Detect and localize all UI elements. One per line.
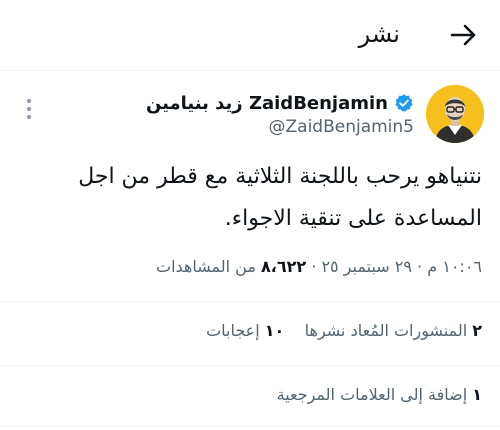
likes-count: ١٠: [264, 321, 285, 340]
bookmarks-divider: [0, 426, 500, 427]
likes-label: إعجابات: [206, 321, 260, 340]
author-handle[interactable]: @ZaidBenjamin5: [269, 117, 415, 137]
tweet-metadata: ١٠:٠٦ م · ٢٩ سبتمبر ٢٥ · ٨،٦٢٢ من المشاه…: [156, 257, 482, 276]
header-divider: [0, 70, 500, 71]
reposts-stat[interactable]: ٢ المنشورات المُعاد نشرها: [300, 321, 482, 340]
views-label: من المشاهدات: [156, 257, 256, 276]
meta-divider: [0, 301, 500, 302]
verified-badge-icon: [395, 94, 413, 112]
meta-separator-1: ·: [417, 257, 423, 276]
back-button[interactable]: [448, 20, 478, 50]
views-count: ٨،٦٢٢: [261, 257, 307, 276]
bookmarks-count: ١: [472, 385, 482, 404]
meta-separator-2: ·: [311, 257, 317, 276]
likes-stat[interactable]: ١٠ إعجابات: [206, 321, 284, 340]
top-bar: نشر: [0, 0, 500, 68]
avatar-portrait: [426, 85, 484, 143]
reposts-count: ٢: [472, 321, 482, 340]
engagement-stats: ٢ المنشورات المُعاد نشرها ١٠ إعجابات: [206, 321, 482, 340]
author-display-name: ZaidBenjamin زيد بنيامين: [145, 92, 388, 114]
arrow-right-icon: [450, 24, 476, 46]
tweet-date[interactable]: ٢٩ سبتمبر ٢٥: [321, 257, 412, 276]
avatar[interactable]: [426, 85, 484, 143]
more-options-button[interactable]: [22, 96, 36, 122]
stats-divider: [0, 365, 500, 366]
tweet-text: نتنياهو يرحب باللجنة الثلاثية مع قطر من …: [78, 164, 482, 231]
reposts-label: المنشورات المُعاد نشرها: [304, 321, 468, 340]
more-vertical-icon: [27, 99, 31, 119]
tweet-time[interactable]: ١٠:٠٦ م: [427, 257, 482, 276]
bookmarks-stat[interactable]: ١ إضافة إلى العلامات المرجعية: [277, 385, 482, 404]
bookmarks-label: إضافة إلى العلامات المرجعية: [276, 385, 468, 404]
page-title: نشر: [358, 20, 400, 48]
author-name-row[interactable]: ZaidBenjamin زيد بنيامين: [146, 90, 414, 116]
